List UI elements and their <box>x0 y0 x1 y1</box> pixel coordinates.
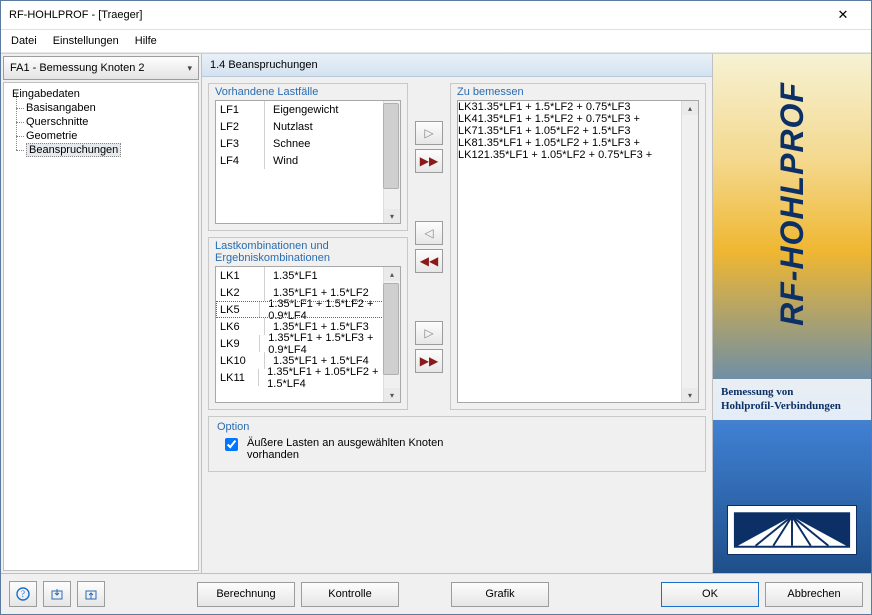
transfer-buttons: ▷ ▶▶ ◁ ◀◀ ▷ ▶▶ <box>414 83 444 410</box>
checkbox-icon[interactable] <box>225 438 238 451</box>
combos-group: Lastkombinationen und Ergebniskombinatio… <box>208 237 408 410</box>
list-item[interactable]: LF2Nutzlast <box>216 118 400 135</box>
menu-file[interactable]: Datei <box>11 35 37 47</box>
left-column: FA1 - Bemessung Knoten 2 ▾ Eingabedaten … <box>1 54 202 573</box>
close-button[interactable]: ✕ <box>823 1 863 29</box>
list-item[interactable]: LK41.35*LF1 + 1.5*LF2 + 0.75*LF3 + <box>458 113 698 125</box>
graphic-button[interactable]: Grafik <box>451 582 549 607</box>
scroll-down-icon[interactable]: ▾ <box>682 388 698 402</box>
body: FA1 - Bemessung Knoten 2 ▾ Eingabedaten … <box>1 53 871 573</box>
combos-list[interactable]: LK11.35*LF1LK21.35*LF1 + 1.5*LF2LK51.35*… <box>215 266 401 403</box>
brand-logo <box>727 505 857 555</box>
move-right-button[interactable]: ▷ <box>415 121 443 145</box>
checkbox-label: Äußere Lasten an ausgewählten Knoten vor… <box>247 437 487 461</box>
design-title: Zu bemessen <box>451 84 705 100</box>
scroll-down-icon[interactable]: ▾ <box>384 209 400 223</box>
window-title: RF-HOHLPROF - [Traeger] <box>9 9 823 21</box>
list-item[interactable]: LK31.35*LF1 + 1.5*LF2 + 0.75*LF3 <box>458 101 698 113</box>
scroll-up-icon[interactable]: ▴ <box>384 267 400 281</box>
tree-item-beanspruchungen[interactable]: Beanspruchungen <box>24 143 198 157</box>
tree-root-label[interactable]: Eingabedaten <box>10 87 198 101</box>
calculate-button[interactable]: Berechnung <box>197 582 295 607</box>
loadcases-title: Vorhandene Lastfälle <box>209 84 407 100</box>
move-right-button-2[interactable]: ▷ <box>415 321 443 345</box>
svg-text:?: ? <box>21 589 25 599</box>
loadcases-list[interactable]: LF1EigengewichtLF2NutzlastLF3SchneeLF4Wi… <box>215 100 401 224</box>
list-item[interactable]: LK11.35*LF1 <box>216 267 400 284</box>
list-item[interactable]: LF1Eigengewicht <box>216 101 400 118</box>
scroll-up-icon[interactable]: ▴ <box>682 101 698 115</box>
combos-title: Lastkombinationen und Ergebniskombinatio… <box>209 238 407 266</box>
list-item[interactable]: LK71.35*LF1 + 1.05*LF2 + 1.5*LF3 <box>458 125 698 137</box>
move-right-all-button-2[interactable]: ▶▶ <box>415 349 443 373</box>
tree-item-querschnitte[interactable]: Querschnitte <box>24 115 198 129</box>
brand-pane: RF-HOHLPROF Bemessung von Hohlprofil-Ver… <box>712 54 871 573</box>
brand-name: RF-HOHLPROF <box>774 82 811 326</box>
menu-help[interactable]: Hilfe <box>135 35 157 47</box>
scroll-down-icon[interactable]: ▾ <box>384 388 400 402</box>
design-list[interactable]: LK31.35*LF1 + 1.5*LF2 + 0.75*LF3LK41.35*… <box>457 100 699 403</box>
design-group: Zu bemessen LK31.35*LF1 + 1.5*LF2 + 0.75… <box>450 83 706 410</box>
move-right-all-button[interactable]: ▶▶ <box>415 149 443 173</box>
bottom-bar: ? Berechnung Kontrolle Grafik OK Abbrech… <box>1 573 871 614</box>
option-group: Option Äußere Lasten an ausgewählten Kno… <box>208 416 706 472</box>
cancel-button[interactable]: Abbrechen <box>765 582 863 607</box>
case-combo-value: FA1 - Bemessung Knoten 2 <box>10 62 145 74</box>
list-item[interactable]: LF4Wind <box>216 152 400 169</box>
lists-row: Vorhandene Lastfälle LF1EigengewichtLF2N… <box>202 77 712 410</box>
tree-item-basisangaben[interactable]: Basisangaben <box>24 101 198 115</box>
scrollbar[interactable]: ▾ <box>383 101 400 223</box>
list-item[interactable]: LK91.35*LF1 + 1.5*LF3 + 0.9*LF4 <box>216 335 400 352</box>
available-column: Vorhandene Lastfälle LF1EigengewichtLF2N… <box>208 83 408 410</box>
app-window: RF-HOHLPROF - [Traeger] ✕ Datei Einstell… <box>0 0 872 615</box>
check-button[interactable]: Kontrolle <box>301 582 399 607</box>
loadcases-group: Vorhandene Lastfälle LF1EigengewichtLF2N… <box>208 83 408 231</box>
list-item[interactable]: LK121.35*LF1 + 1.05*LF2 + 0.75*LF3 + <box>458 149 698 161</box>
external-loads-checkbox[interactable]: Äußere Lasten an ausgewählten Knoten vor… <box>217 437 697 461</box>
chevron-down-icon: ▾ <box>187 63 192 74</box>
section-header: 1.4 Beanspruchungen <box>202 54 712 77</box>
case-combo[interactable]: FA1 - Bemessung Knoten 2 ▾ <box>3 56 199 80</box>
list-item[interactable]: LK111.35*LF1 + 1.05*LF2 + 1.5*LF4 <box>216 369 400 386</box>
content-panel: 1.4 Beanspruchungen Vorhandene Lastfälle… <box>202 54 712 573</box>
export-button[interactable] <box>77 581 105 607</box>
brand-title: RF-HOHLPROF <box>713 64 871 343</box>
option-title: Option <box>217 421 697 437</box>
nav-tree[interactable]: Eingabedaten BasisangabenQuerschnitteGeo… <box>3 82 199 571</box>
main-area: 1.4 Beanspruchungen Vorhandene Lastfälle… <box>202 54 871 573</box>
scrollbar[interactable]: ▴ ▾ <box>383 267 400 402</box>
ok-button[interactable]: OK <box>661 582 759 607</box>
move-left-button[interactable]: ◁ <box>415 221 443 245</box>
tree-item-geometrie[interactable]: Geometrie <box>24 129 198 143</box>
menu-settings[interactable]: Einstellungen <box>53 35 119 47</box>
move-left-all-button[interactable]: ◀◀ <box>415 249 443 273</box>
scrollbar[interactable]: ▴ ▾ <box>681 101 698 402</box>
list-item[interactable]: LF3Schnee <box>216 135 400 152</box>
import-button[interactable] <box>43 581 71 607</box>
list-item[interactable]: LK51.35*LF1 + 1.5*LF2 + 0.9*LF4 <box>216 301 400 318</box>
brand-subtitle: Bemessung von Hohlprofil-Verbindungen <box>713 379 871 420</box>
titlebar: RF-HOHLPROF - [Traeger] ✕ <box>1 1 871 30</box>
list-item[interactable]: LK81.35*LF1 + 1.05*LF2 + 1.5*LF3 + <box>458 137 698 149</box>
menubar: Datei Einstellungen Hilfe <box>1 30 871 53</box>
help-button[interactable]: ? <box>9 581 37 607</box>
